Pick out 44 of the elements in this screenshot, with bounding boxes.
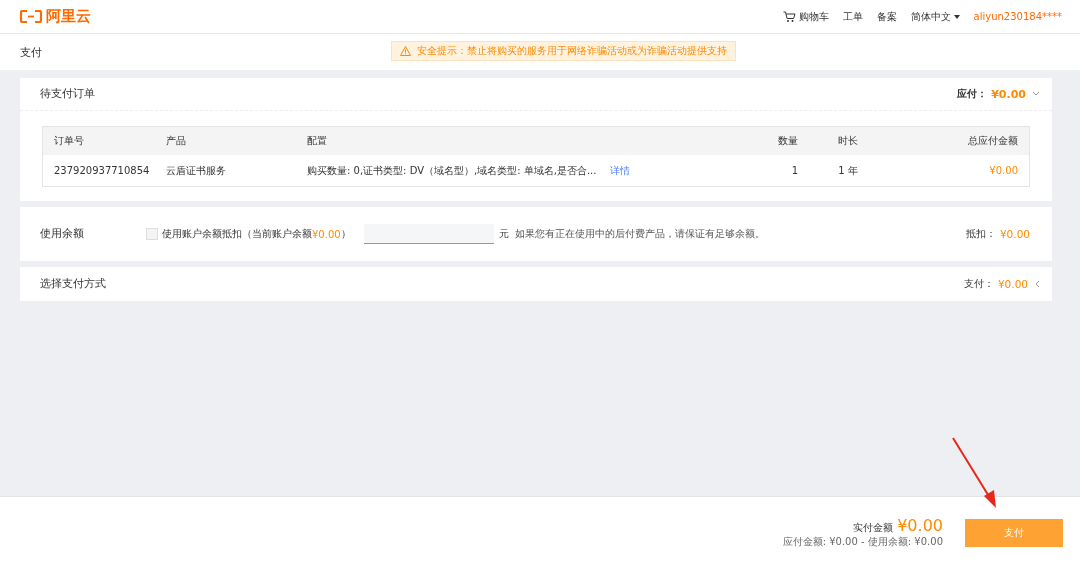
chevron-left-icon[interactable] — [1034, 280, 1040, 288]
checkbox-label: 使用账户余额抵扣（当前账户余额 — [162, 227, 312, 241]
notice-text: 安全提示：禁止将购买的服务用于网络诈骗活动或为诈骗活动提供支持 — [417, 44, 727, 58]
pay-label: 支付： — [963, 277, 994, 291]
deduct-amount: ¥0.00 — [999, 228, 1030, 240]
chevron-down-icon[interactable] — [1032, 91, 1040, 97]
balance-amount: ¥0.00 — [312, 228, 341, 240]
checkbox-label-end: ） — [340, 227, 351, 241]
total-label: 实付金额 — [853, 521, 894, 535]
table-cell: 购买数量: 0,证书类型: DV（域名型）,域名类型: 单域名,是否合... — [307, 163, 597, 178]
amount-breakdown: 应付金额: ¥0.00 - 使用余额: ¥0.00 — [782, 535, 943, 549]
column-header: 数量 — [777, 134, 798, 148]
details-link[interactable]: 详情 — [610, 163, 631, 178]
table-cell-text: 237920937710854 — [54, 165, 151, 176]
warning-icon — [400, 46, 411, 56]
total-amount: ¥0.00 — [897, 516, 943, 535]
card-title: 选择支付方式 — [40, 277, 106, 291]
column-header: 配置 — [307, 134, 328, 148]
cart-link[interactable]: 购物车 — [782, 9, 829, 24]
amount-input[interactable] — [363, 224, 494, 244]
deduct-label: 抵扣： — [965, 227, 996, 241]
balance-checkbox[interactable] — [146, 228, 158, 240]
language-dropdown[interactable]: 简体中文 — [910, 9, 960, 24]
nav-link[interactable]: 工单 — [842, 9, 863, 24]
column-header: 产品 — [166, 134, 187, 148]
column-header: 时长 — [837, 134, 859, 148]
cart-icon — [782, 10, 796, 23]
table-cell-text: 1 年 — [837, 163, 859, 178]
table-cell-text: ¥0.00 — [988, 165, 1018, 176]
pay-amount: ¥0.00 — [997, 278, 1028, 290]
hint-text: 如果您有正在使用中的后付费产品，请保证有足够余额。 — [514, 227, 765, 241]
caret-icon — [953, 14, 960, 19]
card-title: 使用余额 — [40, 227, 85, 241]
summary-amount: ¥0.00 — [991, 87, 1026, 101]
unit-label: 元 — [498, 227, 509, 241]
logo-icon[interactable] — [20, 10, 42, 23]
page-title: 支付 — [20, 44, 42, 60]
table-cell-text: 1 — [790, 165, 798, 176]
card-title: 待支付订单 — [40, 87, 95, 101]
column-header: 总应付金额 — [967, 134, 1018, 148]
table-cell-text: 云盾证书服务 — [166, 163, 227, 178]
column-header: 订单号 — [54, 134, 85, 148]
nav-link[interactable]: 备案 — [876, 9, 897, 24]
summary-label: 应付： — [957, 87, 988, 101]
